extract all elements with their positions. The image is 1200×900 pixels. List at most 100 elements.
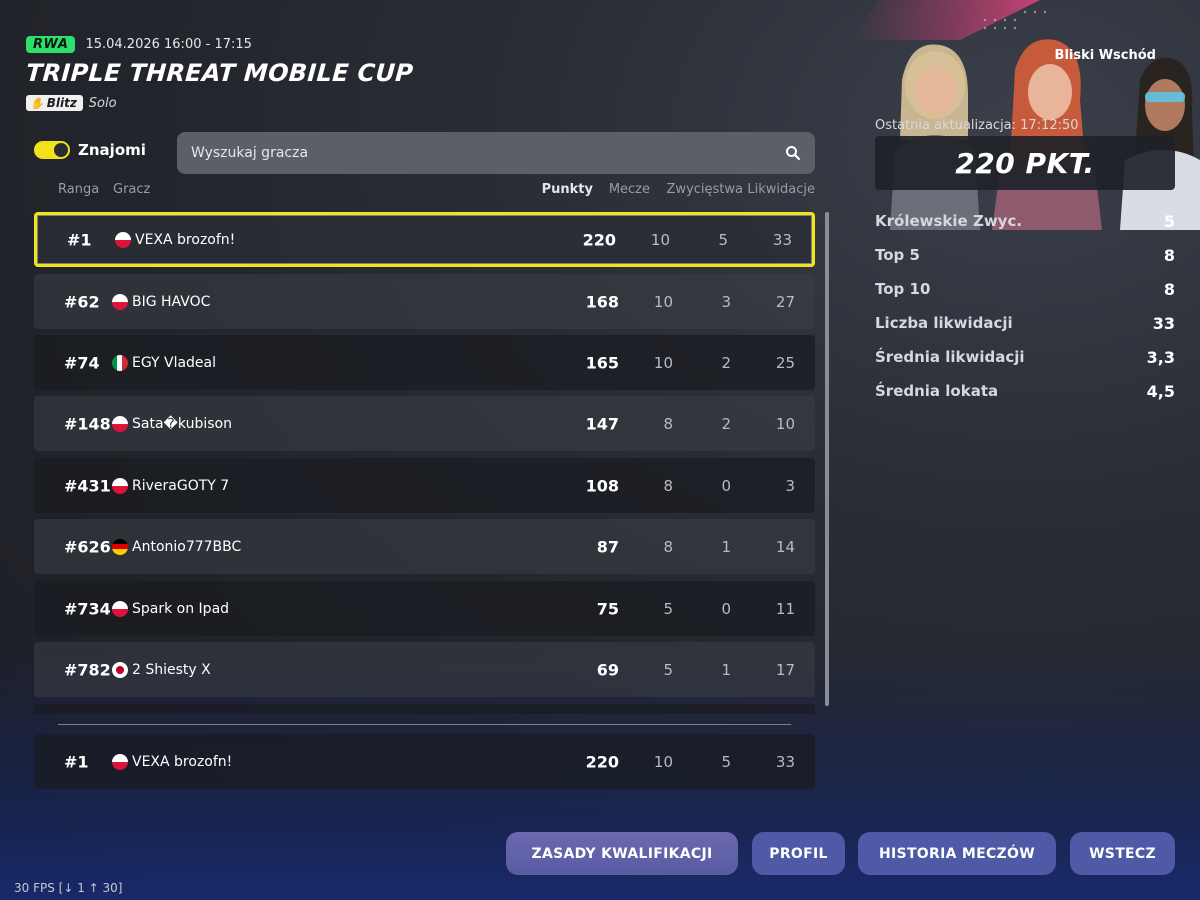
- player-stats: Królewskie Zwyc. 5 Top 5 8 Top 10 8 Licz…: [875, 212, 1175, 416]
- leaderboard-row[interactable]: #782 2 Shiesty X 69 5 1 17: [34, 642, 815, 697]
- leaderboard-row[interactable]: #148 Sata�kubison 147 8 2 10: [34, 396, 815, 451]
- leaderboard-row[interactable]: #734 Spark on Ipad 75 5 0 11: [34, 581, 815, 636]
- stat-value: 4,5: [1146, 382, 1175, 401]
- flag-poland-icon: [112, 753, 128, 770]
- friends-toggle-label: Znajomi: [78, 141, 146, 159]
- row-player-name: Sata�kubison: [132, 415, 232, 432]
- row-player-name: 2 Shiesty X: [132, 661, 211, 678]
- divider: [58, 724, 791, 725]
- total-points-box: 220 PKT.: [875, 136, 1175, 190]
- mode-type: Solo: [88, 95, 117, 111]
- row-player-name: RiveraGOTY 7: [132, 477, 230, 494]
- row-points: 165: [585, 353, 619, 372]
- row-player-name: EGY Vladeal: [132, 354, 217, 371]
- leaderboard-row[interactable]: #1 VEXA brozofn! 220 10 5 33: [34, 212, 815, 267]
- leaderboard-row[interactable]: #626 Antonio777BBC 87 8 1 14: [34, 519, 815, 574]
- leaderboard-row[interactable]: #62 BIG HAVOC 168 10 3 27: [34, 274, 815, 329]
- row-matches: 10: [653, 353, 673, 372]
- my-wins: 5: [721, 752, 731, 771]
- back-button[interactable]: WSTECZ: [1070, 832, 1175, 875]
- row-matches: 10: [650, 230, 670, 249]
- my-points: 220: [585, 752, 619, 771]
- row-matches: 5: [663, 660, 673, 679]
- stat-label: Średnia lokata: [875, 382, 999, 400]
- scrollbar[interactable]: [825, 212, 829, 706]
- row-rank: #734: [64, 599, 111, 618]
- stat-label: Liczba likwidacji: [875, 314, 1013, 332]
- row-eliminations: 27: [775, 292, 795, 311]
- mode-badge-label: Blitz: [46, 96, 77, 110]
- stat-value: 8: [1163, 280, 1175, 299]
- row-rank: #1: [67, 230, 92, 249]
- search-input[interactable]: Wyszukaj gracza: [177, 132, 815, 174]
- my-rank: #1: [64, 752, 89, 771]
- stat-royal-wins: Królewskie Zwyc. 5: [875, 212, 1175, 246]
- row-eliminations: 3: [785, 476, 795, 495]
- toggle-switch[interactable]: [34, 141, 70, 159]
- flag-poland-icon: [112, 415, 128, 432]
- row-matches: 10: [653, 292, 673, 311]
- row-wins: 3: [721, 292, 731, 311]
- column-player: Gracz: [113, 182, 151, 197]
- row-points: 168: [585, 292, 619, 311]
- my-rank-row[interactable]: #1 VEXA brozofn! 220 10 5 33: [34, 734, 815, 789]
- stat-label: Top 5: [875, 246, 920, 264]
- stat-avg-placement: Średnia lokata 4,5: [875, 382, 1175, 416]
- row-player-name: BIG HAVOC: [132, 293, 211, 310]
- column-rank: Ranga: [58, 182, 100, 197]
- row-wins: 0: [721, 476, 731, 495]
- region-badge: RWA: [26, 36, 76, 53]
- stat-label: Top 10: [875, 280, 931, 298]
- character-art: [840, 0, 1200, 230]
- row-eliminations: 11: [775, 599, 795, 618]
- my-player-name: VEXA brozofn!: [132, 753, 233, 770]
- stat-value: 8: [1163, 246, 1175, 265]
- column-eliminations[interactable]: Likwidacje: [747, 182, 815, 197]
- row-eliminations: 10: [775, 414, 795, 433]
- stat-eliminations: Liczba likwidacji 33: [875, 314, 1175, 348]
- event-title: TRIPLE THREAT MOBILE CUP: [25, 59, 415, 87]
- region-name: Bliski Wschód: [1054, 48, 1156, 63]
- row-wins: 2: [721, 353, 731, 372]
- leaderboard-row-partial[interactable]: [34, 704, 815, 714]
- row-wins: 1: [721, 537, 731, 556]
- column-wins[interactable]: Zwycięstwa: [667, 182, 743, 197]
- flag-poland-icon: [115, 231, 131, 248]
- event-date: 15.04.2026 16:00 - 17:15: [85, 37, 252, 52]
- profile-button[interactable]: PROFIL: [752, 832, 845, 875]
- leaderboard-row[interactable]: #74 EGY Vladeal 165 10 2 25: [34, 335, 815, 390]
- row-rank: #62: [64, 292, 100, 311]
- scrollbar-thumb[interactable]: [825, 212, 829, 706]
- row-matches: 8: [663, 414, 673, 433]
- row-points: 220: [582, 230, 616, 249]
- search-placeholder: Wyszukaj gracza: [191, 145, 309, 161]
- event-header: RWA 15.04.2026 16:00 - 17:15 TRIPLE THRE…: [25, 36, 415, 111]
- row-eliminations: 14: [775, 537, 795, 556]
- row-points: 69: [596, 660, 619, 679]
- flag-italy-icon: [112, 354, 128, 371]
- leaderboard-row[interactable]: #431 RiveraGOTY 7 108 8 0 3: [34, 458, 815, 513]
- stat-label: Średnia likwidacji: [875, 348, 1025, 366]
- row-wins: 1: [721, 660, 731, 679]
- row-points: 87: [596, 537, 619, 556]
- leaderboard-list[interactable]: #1 VEXA brozofn! 220 10 5 33 #62 BIG HAV…: [34, 212, 815, 714]
- flag-japan-icon: [112, 661, 128, 678]
- row-player-name: Antonio777BBC: [132, 538, 242, 555]
- stat-value: 3,3: [1146, 348, 1175, 367]
- stat-avg-eliminations: Średnia likwidacji 3,3: [875, 348, 1175, 382]
- stat-label: Królewskie Zwyc.: [875, 212, 1023, 230]
- flag-poland-icon: [112, 293, 128, 310]
- column-matches[interactable]: Mecze: [609, 182, 650, 197]
- search-icon[interactable]: [785, 145, 801, 161]
- row-eliminations: 25: [775, 353, 795, 372]
- flag-poland-icon: [112, 477, 128, 494]
- row-matches: 8: [663, 476, 673, 495]
- row-rank: #148: [64, 414, 111, 433]
- row-eliminations: 33: [772, 230, 792, 249]
- qualification-rules-button[interactable]: ZASADY KWALIFIKACJI: [506, 832, 738, 875]
- match-history-button[interactable]: HISTORIA MECZÓW: [858, 832, 1056, 875]
- row-matches: 5: [663, 599, 673, 618]
- friends-toggle[interactable]: Znajomi: [34, 141, 146, 159]
- column-points[interactable]: Punkty: [542, 182, 593, 197]
- my-matches: 10: [653, 752, 673, 771]
